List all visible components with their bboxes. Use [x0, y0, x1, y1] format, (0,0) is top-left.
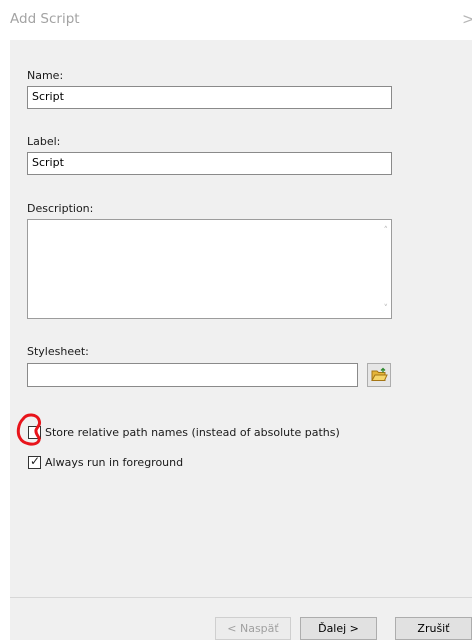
back-button[interactable]: < Naspäť — [215, 617, 291, 640]
checkmark-icon: ✓ — [30, 454, 41, 468]
description-field[interactable]: ˄ ˅ — [27, 219, 392, 319]
label-field[interactable]: Script — [27, 152, 392, 175]
divider — [10, 597, 472, 598]
browse-button[interactable] — [367, 363, 391, 387]
description-label: Description: — [27, 202, 94, 215]
relative-paths-label[interactable]: Store relative path names (instead of ab… — [45, 426, 340, 439]
add-script-dialog: Add Script > Name: Script Label: Script … — [0, 0, 472, 640]
close-icon[interactable]: > — [462, 10, 472, 28]
label-label: Label: — [27, 135, 61, 148]
name-label: Name: — [27, 69, 64, 82]
cancel-button[interactable]: Zrušiť — [395, 617, 472, 640]
dialog-body — [10, 40, 472, 640]
window-title: Add Script — [10, 11, 80, 27]
scroll-up-icon[interactable]: ˄ — [384, 226, 389, 236]
stylesheet-field[interactable] — [27, 363, 358, 387]
next-button[interactable]: Ďalej > — [300, 617, 377, 640]
name-field[interactable]: Script — [27, 86, 392, 109]
foreground-checkbox[interactable]: ✓ — [28, 454, 41, 469]
foreground-label[interactable]: Always run in foreground — [45, 456, 183, 469]
scroll-down-icon[interactable]: ˅ — [384, 304, 389, 314]
title-bar: Add Script > — [0, 0, 472, 40]
folder-open-icon — [371, 367, 388, 381]
relative-paths-checkbox[interactable] — [28, 426, 41, 439]
stylesheet-label: Stylesheet: — [27, 345, 89, 358]
